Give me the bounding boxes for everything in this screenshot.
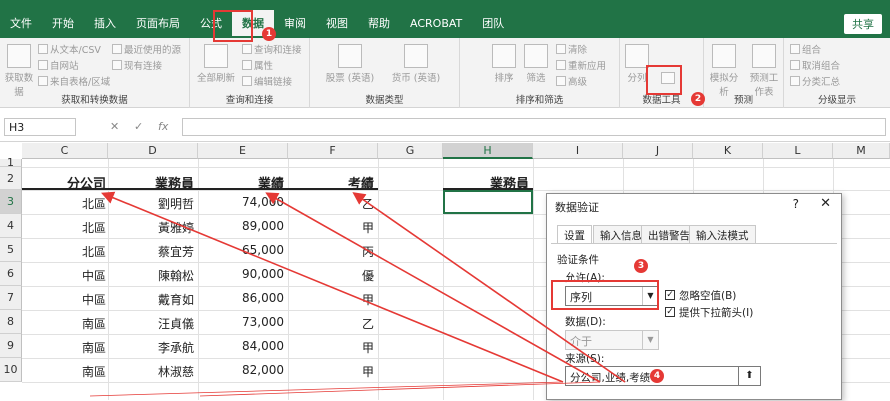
arrow-to-evaluation [352, 192, 626, 383]
annotation-arrows [89, 191, 626, 397]
arrow-to-branch [101, 191, 564, 383]
arrow-to-performance [265, 192, 601, 383]
